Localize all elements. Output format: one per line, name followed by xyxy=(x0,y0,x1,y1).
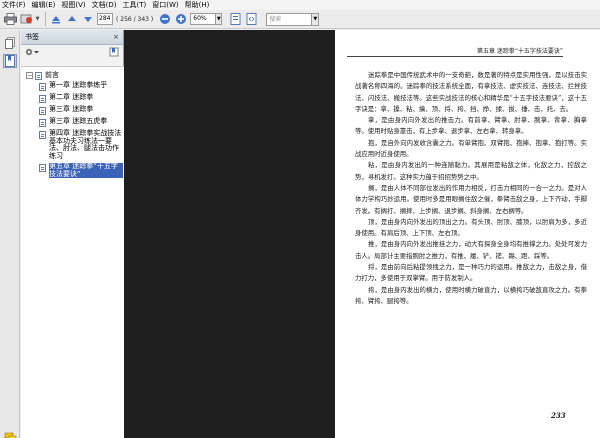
bookmark-item[interactable]: 第一章 迷踪拳练乎 xyxy=(39,81,123,91)
comments-icon[interactable] xyxy=(4,432,17,438)
bookmark-label: 第五章 迷踪拳“十五字技法要诀” xyxy=(49,162,123,178)
search-input[interactable]: 搜索 xyxy=(266,12,313,26)
toolbar: ▼ 284 ( 256 / 343 ) 60% ▼ 搜索 ▼ xyxy=(0,10,600,29)
paragraph: 顶，是由身内向外发出的顶出之力。有头顶、肘顶、膝顶，以肘肩为多，多近身使用。有肩… xyxy=(355,217,587,238)
bookmark-tree: − 前言 第一章 迷踪拳练乎 第二章 迷踪拳 第三章 迷踪拳 第三章 迷踪五虎拳… xyxy=(21,66,124,438)
menu-bar: 文件(F) 编辑(E) 视图(V) 文档(D) 工具(T) 窗口(W) 帮助(H… xyxy=(0,0,600,10)
previous-page-icon[interactable] xyxy=(65,12,79,26)
paragraph: 粘，是由身内发出的一种连随黏力。其展用是粘敌之体，化敌之力，控敌之势，寻机发打。… xyxy=(355,161,587,181)
pages-panel-icon[interactable] xyxy=(3,36,17,50)
bookmarks-toolbar xyxy=(21,45,123,58)
zoom-out-icon[interactable] xyxy=(158,12,172,26)
paragraph: 挎，是由身内发出的横力，使用时横力破直力，以横挎巧破敌直攻之力。有拳挎、臂挎、腿… xyxy=(355,285,587,305)
menu-window[interactable]: 窗口(W) xyxy=(151,0,183,10)
paragraph: 捋，是由前向后粘提领拽之力，是一种巧力的运用。推敌之力，击敌之身，借力打力，多使… xyxy=(355,263,587,283)
menu-tools[interactable]: 工具(T) xyxy=(122,0,152,10)
bookmark-item[interactable]: 第二章 迷踪拳 xyxy=(39,93,123,103)
bookmark-label: 第三章 迷踪五虎拳 xyxy=(49,117,108,125)
bookmark-doc-icon xyxy=(39,119,46,127)
chevron-down-icon[interactable]: ▼ xyxy=(35,12,40,26)
paragraph: 搁，是由人体不同部位发出的作用力相反，打击力相同的一合一之力。是对人体力学构巧妙… xyxy=(355,183,587,215)
toolbar-separator xyxy=(45,12,46,26)
zoom-input[interactable]: 60% xyxy=(190,13,217,25)
bookmark-item[interactable]: 第三章 迷踪拳 xyxy=(39,105,123,115)
zoom-dropdown-icon[interactable]: ▼ xyxy=(216,13,223,25)
menu-help[interactable]: 帮助(H) xyxy=(184,0,215,10)
fit-width-icon[interactable] xyxy=(244,12,258,26)
running-head: 第五章 迷踪拳“十五字技法要诀” xyxy=(476,48,563,55)
fit-page-icon[interactable] xyxy=(228,12,242,26)
paragraph: 推，是由身内向外发出推挂之力，动大有探身全身均有推撑之力。处处可发力击人。局部计… xyxy=(355,240,587,260)
bookmark-label: 第四章 迷踪拳实战技法基本功夫习练法一要法、肘法、腿法击功作练习 xyxy=(49,129,122,160)
next-page-icon[interactable] xyxy=(81,12,95,26)
header-rule xyxy=(347,56,563,57)
search-dropdown-icon[interactable]: ▼ xyxy=(312,12,320,26)
options-icon[interactable] xyxy=(25,47,39,57)
page-number: 233 xyxy=(551,411,566,420)
bookmarks-header: 书签 × xyxy=(21,30,123,45)
menu-view[interactable]: 视图(V) xyxy=(60,0,90,10)
bookmarks-title: 书签 xyxy=(25,33,39,41)
bookmarks-panel: 书签 × − 前言 第一章 迷踪拳练乎 第二章 迷踪拳 第三章 迷踪拳 第三章 … xyxy=(21,30,124,438)
bookmark-item[interactable]: 第三章 迷踪五虎拳 xyxy=(39,117,123,127)
menu-file[interactable]: 文件(F) xyxy=(1,0,31,10)
bookmark-label: 第三章 迷踪拳 xyxy=(49,105,94,113)
navigation-pane xyxy=(0,30,20,438)
bookmark-doc-icon xyxy=(39,164,46,172)
bookmark-item-selected[interactable]: 第五章 迷踪拳“十五字技法要诀” xyxy=(39,162,123,178)
bookmark-doc-icon xyxy=(35,71,42,80)
page-number-input[interactable]: 284 xyxy=(97,13,113,25)
menu-document[interactable]: 文档(D) xyxy=(91,0,122,10)
menu-edit[interactable]: 编辑(E) xyxy=(31,0,61,10)
collapse-icon[interactable]: − xyxy=(26,71,33,79)
bookmark-label: 第二章 迷踪拳 xyxy=(49,93,94,101)
close-icon[interactable]: × xyxy=(112,33,120,41)
bookmarks-panel-icon[interactable] xyxy=(3,54,17,68)
zoom-in-icon[interactable] xyxy=(174,12,188,26)
bookmark-doc-icon xyxy=(39,95,46,103)
bookmark-root[interactable]: − 前言 xyxy=(26,70,59,80)
bookmark-label: 第一章 迷踪拳练乎 xyxy=(49,81,108,89)
page-count: ( 256 / 343 ) xyxy=(116,15,154,23)
print-icon[interactable] xyxy=(3,12,17,26)
new-bookmark-icon[interactable] xyxy=(109,47,119,59)
bookmark-root-label: 前言 xyxy=(45,71,59,79)
bookmark-doc-icon xyxy=(39,131,46,139)
document-view[interactable]: 第五章 迷踪拳“十五字技法要诀” 迷踪拳是中国传统武术中的一支奇葩，数是著的特点… xyxy=(124,30,600,438)
bookmark-doc-icon xyxy=(39,83,46,91)
bookmark-item[interactable]: 第四章 迷踪拳实战技法基本功夫习练法一要法、肘法、腿法击功作练习 xyxy=(39,129,123,160)
paragraph: 抱，是自外向内发收含囊之力。有单臂抱、双臂抱、抱捧、抱拿、抱打等。实战应用时近身… xyxy=(355,138,587,159)
email-icon[interactable] xyxy=(19,12,33,26)
page-body: 迷踪拳是中国传统武术中的一支奇葩，数是著的特点是实用性强，是以技击实战著名称四海… xyxy=(355,70,587,307)
paragraph: 迷踪拳是中国传统武术中的一支奇葩，数是著的特点是实用性强，是以技击实战著名称四海… xyxy=(355,71,587,113)
bookmark-doc-icon xyxy=(39,107,46,115)
document-page: 第五章 迷踪拳“十五字技法要诀” 迷踪拳是中国传统武术中的一支奇葩，数是著的特点… xyxy=(335,30,600,438)
first-page-icon[interactable] xyxy=(49,12,63,26)
paragraph: 拿，是由身内向外发出的推击力。有前拿、臂拿、肘拿、腕拿、背拿、胸拿等。使用时贴身… xyxy=(355,116,587,136)
